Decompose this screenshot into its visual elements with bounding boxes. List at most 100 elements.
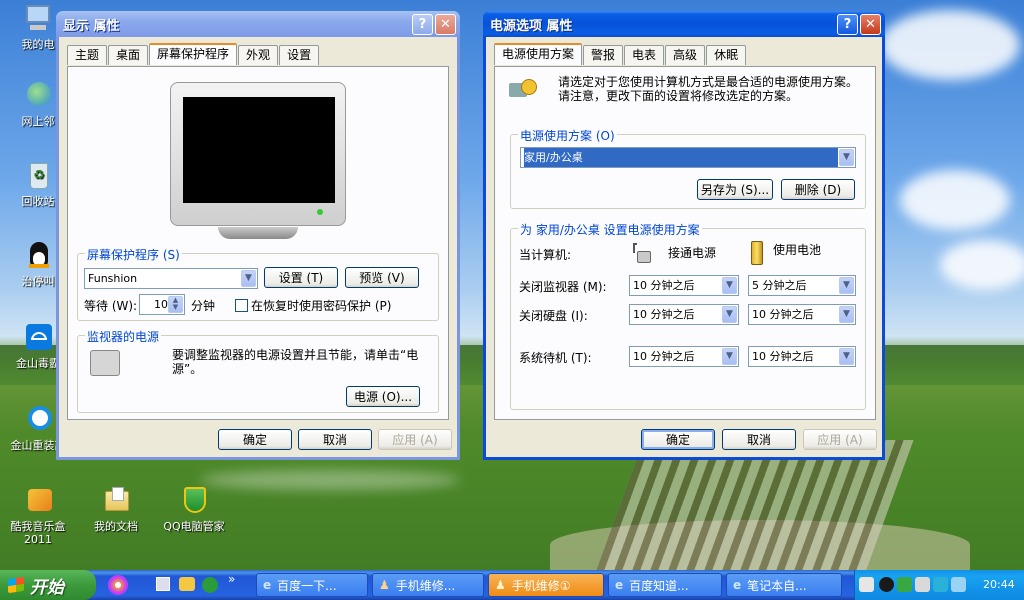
qq-icon[interactable] bbox=[879, 577, 894, 592]
task-baidu[interactable]: e 百度一下... bbox=[256, 573, 368, 597]
monitor-dc-select[interactable]: 5 分钟之后 ▼ bbox=[748, 275, 856, 296]
display-properties-window[interactable]: 显示 属性 ? ✕ 主题 桌面 屏幕保护程序 外观 设置 屏幕保护程序 (S) … bbox=[56, 11, 460, 460]
title-bar[interactable]: 电源选项 属性 ? ✕ bbox=[483, 11, 885, 37]
tab-power-meter[interactable]: 电表 bbox=[624, 45, 665, 65]
computer-label: 当计算机: bbox=[519, 248, 572, 262]
password-checkbox-label[interactable]: 在恢复时使用密码保护 (P) bbox=[251, 297, 391, 314]
screensaver-select[interactable]: Funshion ▼ bbox=[84, 268, 258, 289]
desktop-icon-my-documents[interactable]: 我的文档 bbox=[80, 485, 152, 533]
title-bar[interactable]: 显示 属性 ? ✕ bbox=[56, 11, 460, 37]
close-button[interactable]: ✕ bbox=[435, 13, 456, 35]
monitor-power-text: 要调整监视器的电源设置并且节能，请单击“电源”。 bbox=[172, 348, 419, 376]
task-phone-repair-2[interactable]: ♟ 手机维修① bbox=[488, 573, 604, 597]
scheme-settings-group: 为 家用/办公桌 设置电源使用方案 当计算机: 接通电源 使用电池 关闭监视器 … bbox=[510, 221, 866, 410]
chevron-down-icon: ▼ bbox=[722, 277, 737, 294]
computer-icon bbox=[22, 3, 54, 35]
shield-icon bbox=[22, 322, 54, 354]
tab-power-schemes[interactable]: 电源使用方案 bbox=[494, 43, 583, 65]
chevron-down-icon: ▼ bbox=[839, 149, 854, 166]
screensaver-preview-button[interactable]: 预览 (V) bbox=[345, 267, 419, 288]
user-icon: ♟ bbox=[495, 578, 506, 592]
recycle-bin-icon: ♻ bbox=[22, 160, 54, 192]
network-icon[interactable] bbox=[933, 577, 948, 592]
screensaver-group: 屏幕保护程序 (S) Funshion ▼ 设置 (T) 预览 (V) 等待 (… bbox=[77, 246, 439, 321]
delete-button[interactable]: 删除 (D) bbox=[781, 179, 855, 200]
tab-advanced[interactable]: 高级 bbox=[665, 45, 706, 65]
antivirus-icon[interactable] bbox=[897, 577, 912, 592]
monitor-power-group: 监视器的电源 要调整监视器的电源设置并且节能，请单击“电源”。 电源 (O)..… bbox=[77, 328, 439, 413]
clock[interactable]: 20:44 bbox=[983, 578, 1015, 591]
cancel-button[interactable]: 取消 bbox=[298, 429, 372, 450]
standby-ac-select[interactable]: 10 分钟之后 ▼ bbox=[629, 346, 739, 367]
row-label-monitor: 关闭监视器 (M): bbox=[519, 280, 607, 294]
start-button[interactable]: 开始 bbox=[0, 570, 96, 600]
window-title: 显示 属性 bbox=[63, 18, 120, 34]
chevron-down-icon: ▼ bbox=[241, 270, 256, 287]
ok-button[interactable]: 确定 bbox=[218, 429, 292, 450]
cancel-button[interactable]: 取消 bbox=[722, 429, 796, 450]
tab-strip: 电源使用方案 警报 电表 高级 休眠 bbox=[494, 43, 747, 65]
apply-button[interactable]: 应用 (A) bbox=[378, 429, 452, 450]
on-battery-label: 使用电池 bbox=[773, 243, 822, 257]
wait-unit: 分钟 bbox=[191, 299, 216, 313]
desktop-icon-qq-manager[interactable]: QQ电脑管家 bbox=[158, 485, 230, 533]
monitor-stand bbox=[218, 227, 298, 239]
tab-panel: 屏幕保护程序 (S) Funshion ▼ 设置 (T) 预览 (V) 等待 (… bbox=[67, 66, 449, 420]
harddisk-ac-select[interactable]: 10 分钟之后 ▼ bbox=[629, 304, 739, 325]
tab-appearance[interactable]: 外观 bbox=[238, 45, 279, 65]
system-tray: 20:44 bbox=[854, 570, 1024, 600]
apply-button[interactable]: 应用 (A) bbox=[803, 429, 877, 450]
task-phone-repair-1[interactable]: ♟ 手机维修... bbox=[372, 573, 484, 597]
globe-icon bbox=[22, 80, 54, 112]
refresh-icon bbox=[22, 404, 54, 436]
desktop-icon-kuwo[interactable]: 酷我音乐盒 2011 bbox=[2, 485, 74, 546]
harddisk-dc-select[interactable]: 10 分钟之后 ▼ bbox=[748, 304, 856, 325]
power-scheme-select[interactable]: 家用/办公桌 ▼ bbox=[520, 147, 856, 168]
tab-alarms[interactable]: 警报 bbox=[583, 45, 624, 65]
media-player-icon[interactable] bbox=[179, 577, 195, 591]
quicklaunch-more[interactable]: » bbox=[228, 572, 235, 586]
wait-spinner[interactable]: 10 ▲ ▼ bbox=[139, 294, 185, 315]
music-box-icon bbox=[22, 485, 54, 517]
row-label-harddisk: 关闭硬盘 (I): bbox=[519, 309, 588, 323]
battery-icon bbox=[751, 241, 763, 265]
power-button[interactable]: 电源 (O)... bbox=[346, 386, 420, 407]
shield-icon bbox=[178, 485, 210, 517]
standby-dc-select[interactable]: 10 分钟之后 ▼ bbox=[748, 346, 856, 367]
tab-settings[interactable]: 设置 bbox=[279, 45, 320, 65]
chevron-down-icon: ▼ bbox=[722, 306, 737, 323]
ie-icon: e bbox=[615, 578, 624, 592]
row-label-standby: 系统待机 (T): bbox=[519, 351, 592, 365]
show-desktop-icon[interactable] bbox=[156, 577, 170, 591]
tab-desktop[interactable]: 桌面 bbox=[108, 45, 149, 65]
task-baidu-zhidao[interactable]: e 百度知道... bbox=[608, 573, 722, 597]
close-button[interactable]: ✕ bbox=[860, 13, 881, 35]
password-checkbox[interactable] bbox=[235, 299, 248, 312]
task-notebook[interactable]: e 笔记本自... bbox=[726, 573, 842, 597]
help-button[interactable]: ? bbox=[412, 13, 433, 35]
ie-icon: e bbox=[733, 578, 742, 592]
save-as-button[interactable]: 另存为 (S)... bbox=[697, 179, 773, 200]
power-options-window[interactable]: 电源选项 属性 ? ✕ 电源使用方案 警报 电表 高级 休眠 请选定对于您使用计… bbox=[483, 11, 885, 460]
keyboard-icon[interactable] bbox=[859, 577, 874, 592]
flower-icon[interactable] bbox=[108, 575, 128, 595]
ok-button[interactable]: 确定 bbox=[641, 429, 715, 450]
spinner-arrows-icon[interactable]: ▲ ▼ bbox=[168, 296, 183, 313]
tab-screensaver[interactable]: 屏幕保护程序 bbox=[149, 43, 238, 65]
power-cord-icon bbox=[631, 241, 657, 271]
screensaver-settings-button[interactable]: 设置 (T) bbox=[264, 267, 338, 288]
browser-icon[interactable] bbox=[202, 577, 218, 593]
power-scheme-group: 电源使用方案 (O) 家用/办公桌 ▼ 另存为 (S)... 删除 (D) bbox=[510, 127, 866, 209]
tab-panel: 请选定对于您使用计算机方式是最合适的电源使用方案。请注意，更改下面的设置将修改选… bbox=[494, 66, 876, 420]
volume-icon[interactable] bbox=[915, 577, 930, 592]
intro-text: 请选定对于您使用计算机方式是最合适的电源使用方案。请注意，更改下面的设置将修改选… bbox=[558, 75, 859, 103]
chevron-down-icon: ▼ bbox=[722, 348, 737, 365]
penguin-icon bbox=[22, 240, 54, 272]
wait-label: 等待 (W): bbox=[84, 299, 138, 313]
tab-hibernate[interactable]: 休眠 bbox=[706, 45, 747, 65]
ie-icon: e bbox=[263, 578, 272, 592]
monitor-ac-select[interactable]: 10 分钟之后 ▼ bbox=[629, 275, 739, 296]
security-icon[interactable] bbox=[951, 577, 966, 592]
help-button[interactable]: ? bbox=[837, 13, 858, 35]
tab-themes[interactable]: 主题 bbox=[67, 45, 108, 65]
